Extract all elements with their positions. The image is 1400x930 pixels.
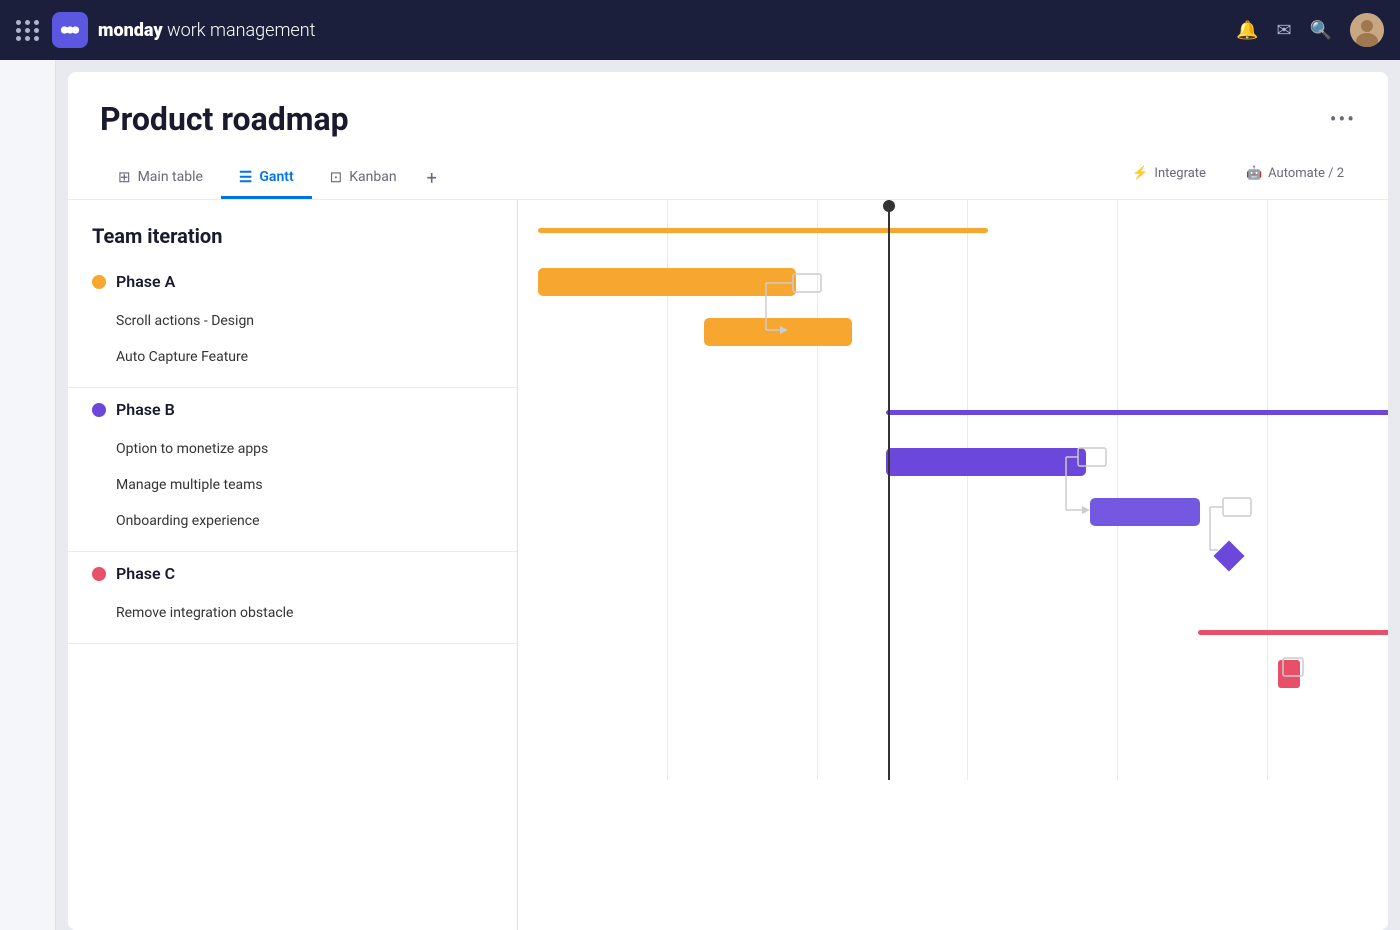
task-teams: Manage multiple teams	[68, 467, 517, 503]
phase-group-c: Phase C Remove integration obstacle	[68, 552, 517, 644]
board-title: Product roadmap	[100, 100, 349, 138]
logo-icon	[52, 12, 88, 48]
phase-c-row: Phase C	[68, 552, 517, 595]
bar-phase-b-main	[886, 410, 1388, 415]
board-more-button[interactable]: •••	[1330, 107, 1356, 131]
phase-a-row: Phase A	[68, 260, 517, 303]
board-header: Product roadmap ••• ⊞ Main table ☰ Gantt…	[68, 72, 1388, 200]
bar-phase-a-main	[538, 228, 988, 233]
task-scroll-actions: Scroll actions - Design	[68, 303, 517, 339]
bar-phase-c-main	[1198, 630, 1388, 635]
grid-col-5	[1118, 200, 1268, 780]
tab-gantt[interactable]: ☰ Gantt	[221, 158, 312, 199]
gantt-bars	[518, 200, 1388, 780]
phase-b-dot	[92, 403, 106, 417]
bar-teams	[1090, 498, 1200, 526]
sidebar	[0, 60, 56, 930]
phase-c-dot	[92, 567, 106, 581]
integrate-icon: ⚡	[1132, 166, 1148, 181]
phase-b-row: Phase B	[68, 388, 517, 431]
table-icon: ⊞	[118, 168, 131, 186]
bar-scroll-actions	[538, 268, 796, 296]
apps-grid-icon[interactable]	[16, 20, 40, 41]
header-actions: ⚡ Integrate 🤖 Automate / 2	[1120, 160, 1356, 197]
automate-icon: 🤖	[1246, 166, 1262, 181]
gantt-body: Team iteration Phase A Scroll actions - …	[68, 200, 1388, 930]
grid-col-3	[818, 200, 968, 780]
search-icon[interactable]: 🔍	[1310, 20, 1332, 41]
logo-svg	[59, 19, 81, 41]
task-auto-capture: Auto Capture Feature	[68, 339, 517, 375]
gantt-right-panel[interactable]	[518, 200, 1388, 930]
task-onboarding: Onboarding experience	[68, 503, 517, 539]
top-nav: monday work management 🔔 ✉ 🔍	[0, 0, 1400, 60]
inbox-icon[interactable]: ✉	[1276, 20, 1291, 41]
phase-group-a: Phase A Scroll actions - Design Auto Cap…	[68, 260, 517, 388]
automate-button[interactable]: 🤖 Automate / 2	[1234, 160, 1356, 187]
app-logo[interactable]: monday work management	[52, 12, 315, 48]
today-line	[888, 200, 890, 780]
section-title: Team iteration	[68, 200, 517, 260]
task-remove-integration: Remove integration obstacle	[68, 595, 517, 631]
main-layout: Product roadmap ••• ⊞ Main table ☰ Gantt…	[0, 60, 1400, 930]
today-dot	[883, 200, 895, 212]
gantt-icon: ☰	[239, 168, 252, 186]
add-tab-button[interactable]: +	[415, 158, 449, 199]
grid-col-4	[968, 200, 1118, 780]
grid-col-6	[1268, 200, 1388, 780]
tab-main-table[interactable]: ⊞ Main table	[100, 158, 221, 199]
bar-remove-integration	[1278, 660, 1300, 688]
nav-icons: 🔔 ✉ 🔍	[1236, 13, 1384, 47]
gantt-left-panel: Team iteration Phase A Scroll actions - …	[68, 200, 518, 930]
phase-a-dot	[92, 275, 106, 289]
board-title-row: Product roadmap •••	[100, 100, 1356, 138]
content-panel: Product roadmap ••• ⊞ Main table ☰ Gantt…	[68, 72, 1388, 930]
bar-auto-capture	[704, 318, 852, 346]
kanban-icon: ⊡	[330, 168, 343, 186]
app-name: monday work management	[98, 20, 315, 41]
bar-monetize	[886, 448, 1086, 476]
task-monetize: Option to monetize apps	[68, 431, 517, 467]
avatar[interactable]	[1350, 13, 1384, 47]
avatar-image	[1350, 13, 1384, 47]
integrate-button[interactable]: ⚡ Integrate	[1120, 160, 1218, 187]
bell-icon[interactable]: 🔔	[1236, 20, 1258, 41]
tabs-row: ⊞ Main table ☰ Gantt ⊡ Kanban + ⚡	[100, 158, 1356, 199]
tab-kanban[interactable]: ⊡ Kanban	[312, 158, 415, 199]
phase-group-b: Phase B Option to monetize apps Manage m…	[68, 388, 517, 552]
